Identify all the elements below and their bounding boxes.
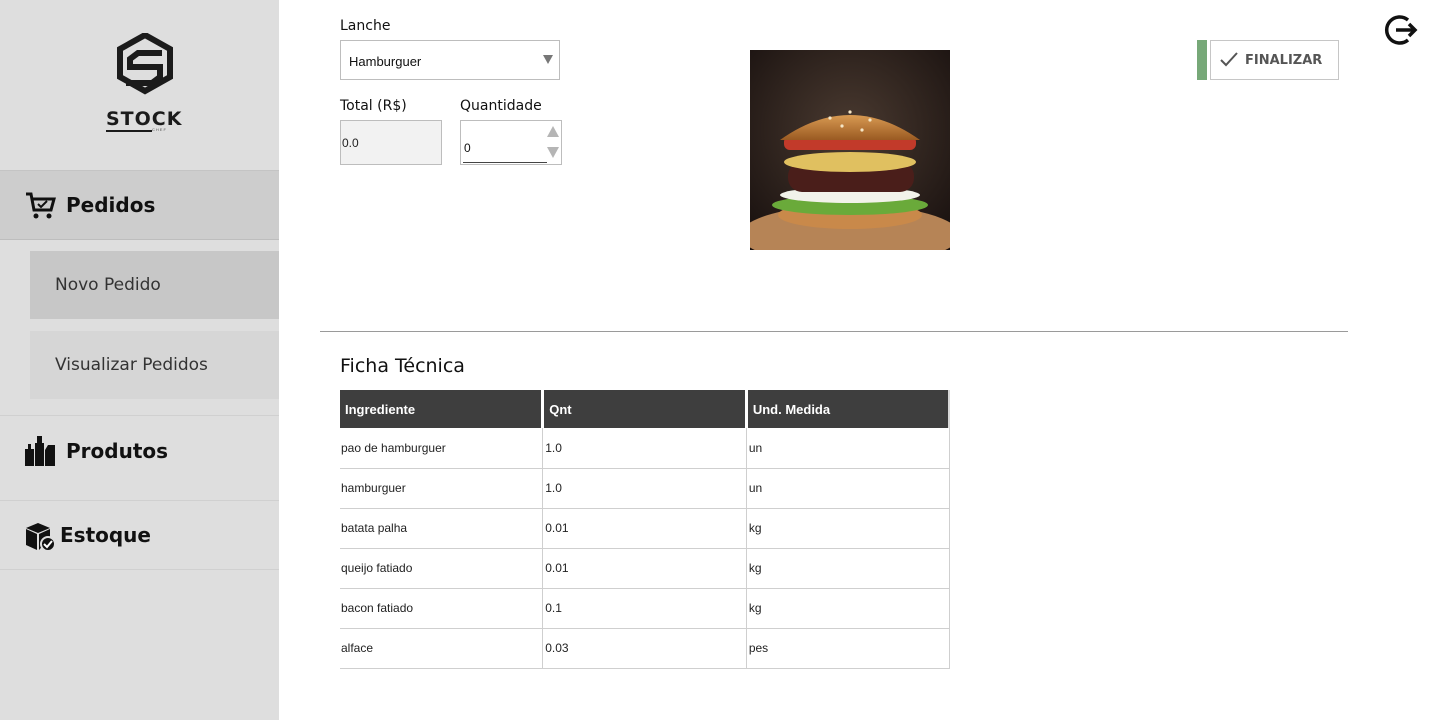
table-cell: bacon fatiado <box>340 588 544 629</box>
sidebar-item-pedidos[interactable]: Pedidos <box>0 170 279 240</box>
sidebar-item-label: Estoque <box>60 523 151 547</box>
table-cell: hamburguer <box>340 468 544 509</box>
sidebar-item-visualizar-pedidos[interactable]: Visualizar Pedidos <box>30 331 279 399</box>
table-cell: un <box>745 428 950 469</box>
stepper-up-icon[interactable] <box>547 126 559 137</box>
column-header[interactable]: Ingrediente <box>340 390 545 428</box>
cart-icon <box>26 192 56 219</box>
product-image <box>750 50 950 250</box>
table-cell: 1.0 <box>542 468 747 509</box>
ficha-title: Ficha Técnica <box>340 355 465 377</box>
lanche-select-value: Hamburguer <box>349 54 422 69</box>
table-row[interactable]: hamburguer 1.0 un <box>340 468 950 509</box>
sidebar: STOCK CHEF Pedidos Novo Pedido Visualiza… <box>0 0 279 720</box>
table-cell: pes <box>745 628 950 669</box>
finalizar-button[interactable]: FINALIZAR <box>1210 40 1339 80</box>
table-cell: queijo fatiado <box>340 548 544 589</box>
sidebar-item-novo-pedido[interactable]: Novo Pedido <box>30 251 279 319</box>
lanche-label: Lanche <box>340 18 391 34</box>
section-divider <box>320 331 1348 332</box>
sidebar-item-estoque[interactable]: Estoque <box>0 500 279 570</box>
stock-box-icon <box>26 523 56 552</box>
dropdown-arrow-icon <box>543 55 553 64</box>
table-row[interactable]: pao de hamburguer 1.0 un <box>340 428 950 469</box>
table-cell: batata palha <box>340 508 544 549</box>
table-cell: kg <box>745 548 950 589</box>
total-label: Total (R$) <box>340 98 407 114</box>
brand-name: STOCK <box>106 108 183 130</box>
logout-icon[interactable] <box>1384 14 1420 46</box>
brand-sub: CHEF <box>152 127 167 132</box>
lanche-select[interactable]: Hamburguer <box>340 40 560 80</box>
table-header-row: Ingrediente Qnt Und. Medida <box>340 390 950 428</box>
table-cell: alface <box>340 628 544 669</box>
quantidade-stepper[interactable]: 0 <box>460 120 562 165</box>
table-cell: 0.03 <box>542 628 747 669</box>
table-cell: 0.01 <box>542 548 747 589</box>
finalizar-accent-bar <box>1197 40 1207 80</box>
sidebar-item-produtos[interactable]: Produtos <box>0 415 279 485</box>
brand-underline <box>106 130 152 132</box>
column-header[interactable]: Qnt <box>542 390 748 428</box>
products-icon <box>25 436 55 466</box>
quantidade-underline <box>463 162 547 163</box>
table-cell: pao de hamburguer <box>340 428 544 469</box>
table-cell: 0.01 <box>542 508 747 549</box>
table-cell: kg <box>745 588 950 629</box>
sidebar-item-label: Produtos <box>66 438 169 463</box>
table-row[interactable]: batata palha 0.01 kg <box>340 508 950 549</box>
finalizar-label: FINALIZAR <box>1245 52 1323 68</box>
table-row[interactable]: queijo fatiado 0.01 kg <box>340 548 950 589</box>
sidebar-item-label: Pedidos <box>66 193 156 217</box>
quantidade-value: 0 <box>464 141 471 155</box>
column-header[interactable]: Und. Medida <box>746 390 950 428</box>
stepper-down-icon[interactable] <box>547 147 559 158</box>
table-cell: 0.1 <box>542 588 747 629</box>
ficha-table: Ingrediente Qnt Und. Medida pao de hambu… <box>340 390 950 669</box>
table-row[interactable]: alface 0.03 pes <box>340 628 950 669</box>
table-cell: 1.0 <box>542 428 747 469</box>
table-row[interactable]: bacon fatiado 0.1 kg <box>340 588 950 629</box>
quantidade-label: Quantidade <box>460 98 542 114</box>
table-cell: un <box>745 468 950 509</box>
total-field: 0.0 <box>340 120 442 165</box>
check-icon <box>1220 52 1238 67</box>
table-cell: kg <box>745 508 950 549</box>
